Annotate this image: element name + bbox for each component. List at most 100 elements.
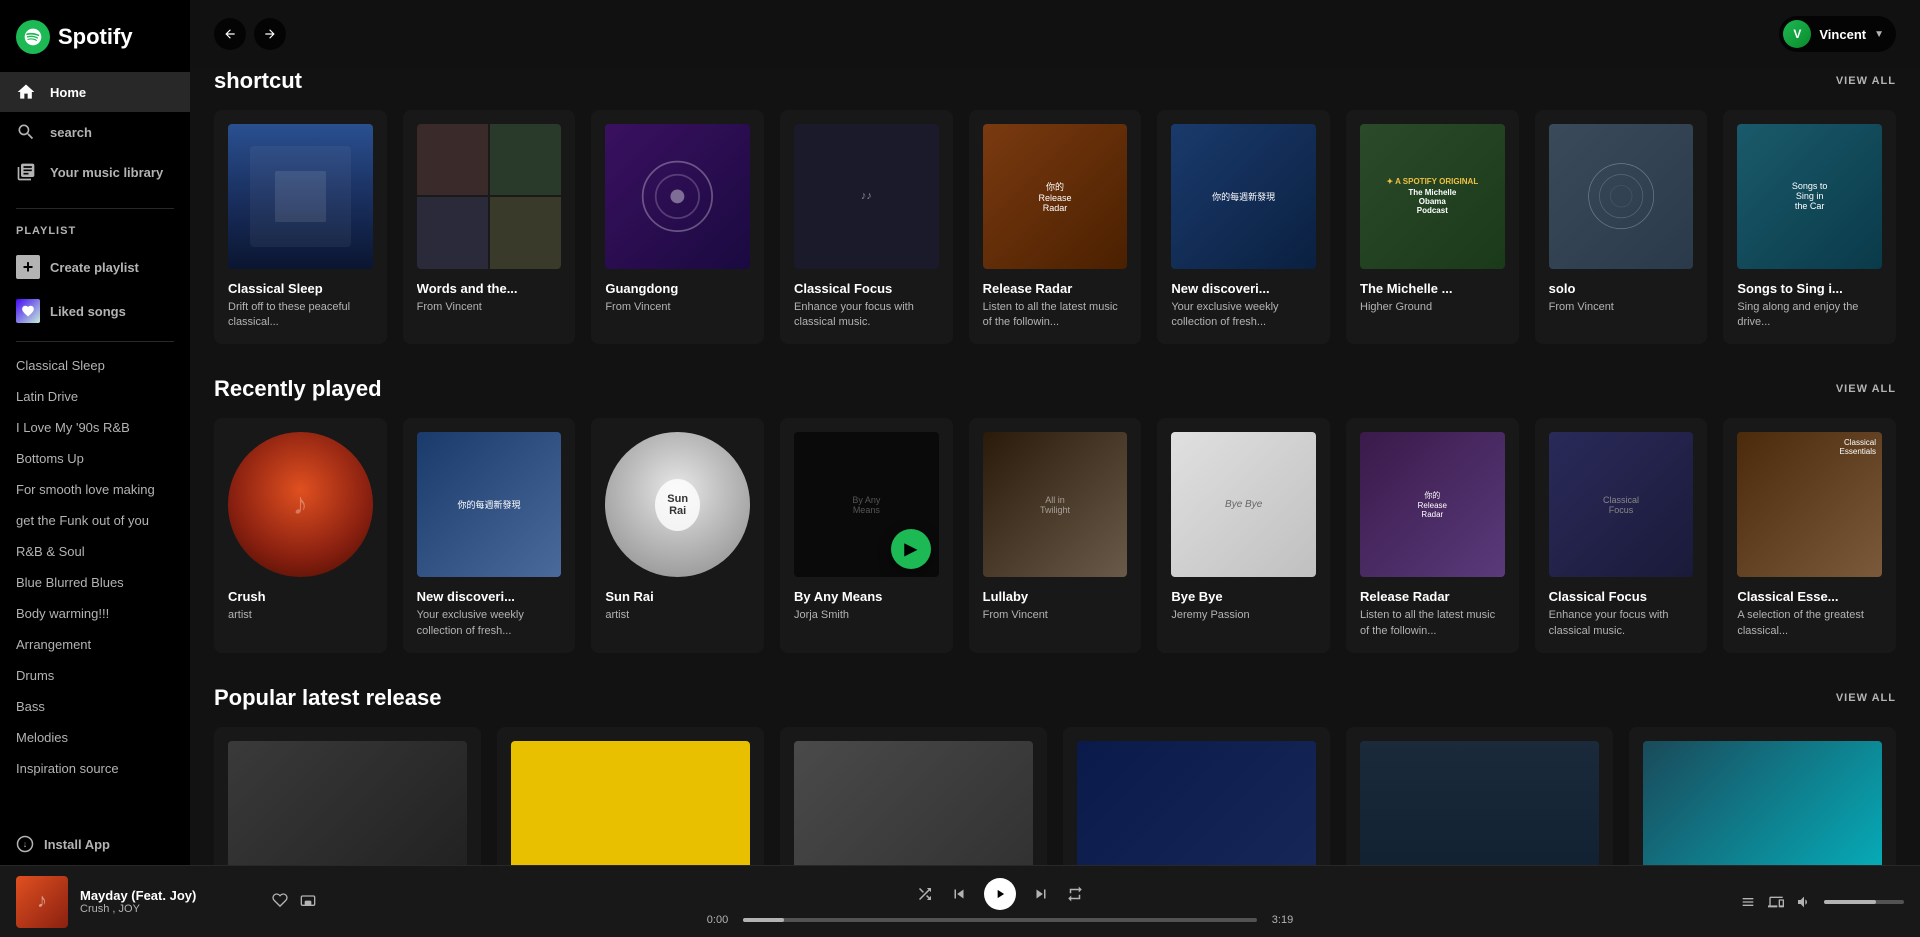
playlist-item-drums[interactable]: Drums xyxy=(0,660,190,691)
shortcut-card-image-new-discoveries: 你的每週新發現 ▶ xyxy=(1171,124,1316,269)
play-icon-active[interactable]: ▶ xyxy=(891,529,931,569)
popular-latest-header: Popular latest release VIEW ALL xyxy=(214,685,1896,711)
shuffle-button[interactable] xyxy=(916,885,934,903)
popular-card-2[interactable]: ▶ Album 2 xyxy=(497,727,764,865)
shortcut-card-michelle[interactable]: ✦ A SPOTIFY ORIGINAL The MichelleObamaPo… xyxy=(1346,110,1519,344)
recently-played-card-sun-rai[interactable]: SunRai Sun Rai artist xyxy=(591,418,764,652)
shortcut-view-all[interactable]: VIEW ALL xyxy=(1836,75,1896,87)
shortcut-grid: ▶ Classical Sleep Drift off to these pea… xyxy=(214,110,1896,344)
recently-played-card-bye-bye[interactable]: Bye Bye ▶ Bye Bye Jeremy Passion xyxy=(1157,418,1330,652)
sidebar-item-search[interactable]: search xyxy=(0,112,190,152)
total-time: 3:19 xyxy=(1265,914,1300,926)
recently-played-image-by-any-means: By AnyMeans ▶ xyxy=(794,432,939,577)
shortcut-card-title: Classical Focus xyxy=(794,281,939,296)
popular-image-6: ▶ xyxy=(1643,741,1882,865)
player-right xyxy=(1684,894,1904,910)
back-button[interactable] xyxy=(214,18,246,50)
popular-card-3[interactable]: ▶ Album 3 xyxy=(780,727,1047,865)
recently-played-card-subtitle: Jeremy Passion xyxy=(1171,608,1316,623)
spotify-logo-icon xyxy=(16,20,50,54)
popular-card-6[interactable]: ▶ Album 6 xyxy=(1629,727,1896,865)
playlist-item-melodies[interactable]: Melodies xyxy=(0,722,190,753)
recently-played-card-release-radar2[interactable]: 你的ReleaseRadar ▶ Release Radar Listen to… xyxy=(1346,418,1519,652)
artist-image-crush: ♪ xyxy=(228,432,373,577)
popular-card-4[interactable]: ▶ Album 4 xyxy=(1063,727,1330,865)
volume-button[interactable] xyxy=(1796,894,1812,910)
playlist-item-funk[interactable]: get the Funk out of you xyxy=(0,505,190,536)
recently-played-card-title: Classical Focus xyxy=(1549,589,1694,604)
sidebar-item-home[interactable]: Home xyxy=(0,72,190,112)
recently-played-card-classical-essentials[interactable]: ClassicalEssentials ▶ Classical Esse... … xyxy=(1723,418,1896,652)
sidebar-item-library[interactable]: Your music library xyxy=(0,152,190,192)
next-button[interactable] xyxy=(1032,885,1050,903)
progress-fill xyxy=(743,918,784,922)
playlist-item-latin-drive[interactable]: Latin Drive xyxy=(0,381,190,412)
playlist-item-90s-rnb[interactable]: I Love My '90s R&B xyxy=(0,412,190,443)
recently-played-view-all[interactable]: VIEW ALL xyxy=(1836,383,1896,395)
prev-button[interactable] xyxy=(950,885,968,903)
spotify-logo-text: Spotify xyxy=(58,24,133,50)
pip-button[interactable] xyxy=(300,894,316,910)
playlist-item-body-warming[interactable]: Body warming!!! xyxy=(0,598,190,629)
volume-fill xyxy=(1824,900,1876,904)
devices-button[interactable] xyxy=(1768,894,1784,910)
playlist-item-blue-blurred[interactable]: Blue Blurred Blues xyxy=(0,567,190,598)
recently-played-card-by-any-means[interactable]: By AnyMeans ▶ By Any Means Jorja Smith xyxy=(780,418,953,652)
shortcut-card-image-guangdong: ▶ xyxy=(605,124,750,269)
popular-latest-view-all[interactable]: VIEW ALL xyxy=(1836,692,1896,704)
player-center: 0:00 3:19 xyxy=(316,878,1684,926)
repeat-button[interactable] xyxy=(1066,885,1084,903)
shortcut-card-release-radar[interactable]: 你的ReleaseRadar ▶ Release Radar Listen to… xyxy=(969,110,1142,344)
playlist-item-classical-sleep[interactable]: Classical Sleep xyxy=(0,350,190,381)
recently-played-card-title: Release Radar xyxy=(1360,589,1505,604)
artist-image-sun-rai: SunRai xyxy=(605,432,750,577)
shortcut-card-subtitle: Drift off to these peaceful classical... xyxy=(228,300,373,331)
liked-songs-button[interactable]: Liked songs xyxy=(0,289,190,333)
shortcut-card-subtitle: Sing along and enjoy the drive... xyxy=(1737,300,1882,331)
install-app-button[interactable]: ↓ Install App xyxy=(0,823,190,865)
recently-played-card-new-discoveries[interactable]: 你的每週新發現 ▶ New discoveri... Your exclusiv… xyxy=(403,418,576,652)
playlist-item-rnb-soul[interactable]: R&B & Soul xyxy=(0,536,190,567)
like-button[interactable] xyxy=(272,892,288,911)
popular-card-5[interactable]: ▶ Album 5 xyxy=(1346,727,1613,865)
player-track-artist: Crush , JOY xyxy=(80,903,260,915)
recently-played-card-classical-focus2[interactable]: ClassicalFocus ▶ Classical Focus Enhance… xyxy=(1535,418,1708,652)
popular-card-1[interactable]: ▶ Album 1 xyxy=(214,727,481,865)
playlist-item-smooth-love[interactable]: For smooth love making xyxy=(0,474,190,505)
shortcut-card-words[interactable]: ▶ Words and the... From Vincent xyxy=(403,110,576,344)
bottom-player: ♪ Mayday (Feat. Joy) Crush , JOY xyxy=(0,865,1920,937)
shortcut-card-title: Release Radar xyxy=(983,281,1128,296)
shortcut-card-title: solo xyxy=(1549,281,1694,296)
shortcut-card-new-discoveries[interactable]: 你的每週新發現 ▶ New discoveri... Your exclusiv… xyxy=(1157,110,1330,344)
recently-played-card-subtitle: artist xyxy=(605,608,750,623)
recently-played-card-crush[interactable]: ♪ Crush artist xyxy=(214,418,387,652)
shortcut-card-subtitle: From Vincent xyxy=(1549,300,1694,315)
popular-latest-title: Popular latest release xyxy=(214,685,441,711)
shortcut-card-subtitle: Enhance your focus with classical music. xyxy=(794,300,939,331)
user-menu[interactable]: V Vincent ▼ xyxy=(1779,16,1896,52)
recently-played-image-classical-focus2: ClassicalFocus ▶ xyxy=(1549,432,1694,577)
create-playlist-button[interactable]: + Create playlist xyxy=(0,245,190,289)
shortcut-card-classical-sleep[interactable]: ▶ Classical Sleep Drift off to these pea… xyxy=(214,110,387,344)
shortcut-card-image-songs-car: Songs toSing inthe Car ▶ xyxy=(1737,124,1882,269)
popular-image-4: ▶ xyxy=(1077,741,1316,865)
shortcut-card-songs-car[interactable]: Songs toSing inthe Car ▶ Songs to Sing i… xyxy=(1723,110,1896,344)
playlist-item-inspiration[interactable]: Inspiration source xyxy=(0,753,190,784)
shortcut-title: shortcut xyxy=(214,68,302,94)
forward-button[interactable] xyxy=(254,18,286,50)
playlist-item-bottoms-up[interactable]: Bottoms Up xyxy=(0,443,190,474)
progress-bar[interactable] xyxy=(743,918,1257,922)
volume-bar[interactable] xyxy=(1824,900,1904,904)
playlist-item-arrangement[interactable]: Arrangement xyxy=(0,629,190,660)
recently-played-card-subtitle: A selection of the greatest classical... xyxy=(1737,608,1882,639)
shortcut-card-image-michelle: ✦ A SPOTIFY ORIGINAL The MichelleObamaPo… xyxy=(1360,124,1505,269)
recently-played-card-lullaby[interactable]: All inTwilight ▶ Lullaby From Vincent xyxy=(969,418,1142,652)
playlist-item-bass[interactable]: Bass xyxy=(0,691,190,722)
shortcut-card-guangdong[interactable]: ▶ Guangdong From Vincent xyxy=(591,110,764,344)
shortcut-card-solo[interactable]: ▶ solo From Vincent xyxy=(1535,110,1708,344)
shortcut-card-classical-focus[interactable]: ♪♪ ▶ Classical Focus Enhance your focus … xyxy=(780,110,953,344)
play-pause-button[interactable] xyxy=(984,878,1016,910)
user-avatar: V xyxy=(1783,20,1811,48)
queue-button[interactable] xyxy=(1740,894,1756,910)
app-logo: Spotify xyxy=(0,0,190,64)
